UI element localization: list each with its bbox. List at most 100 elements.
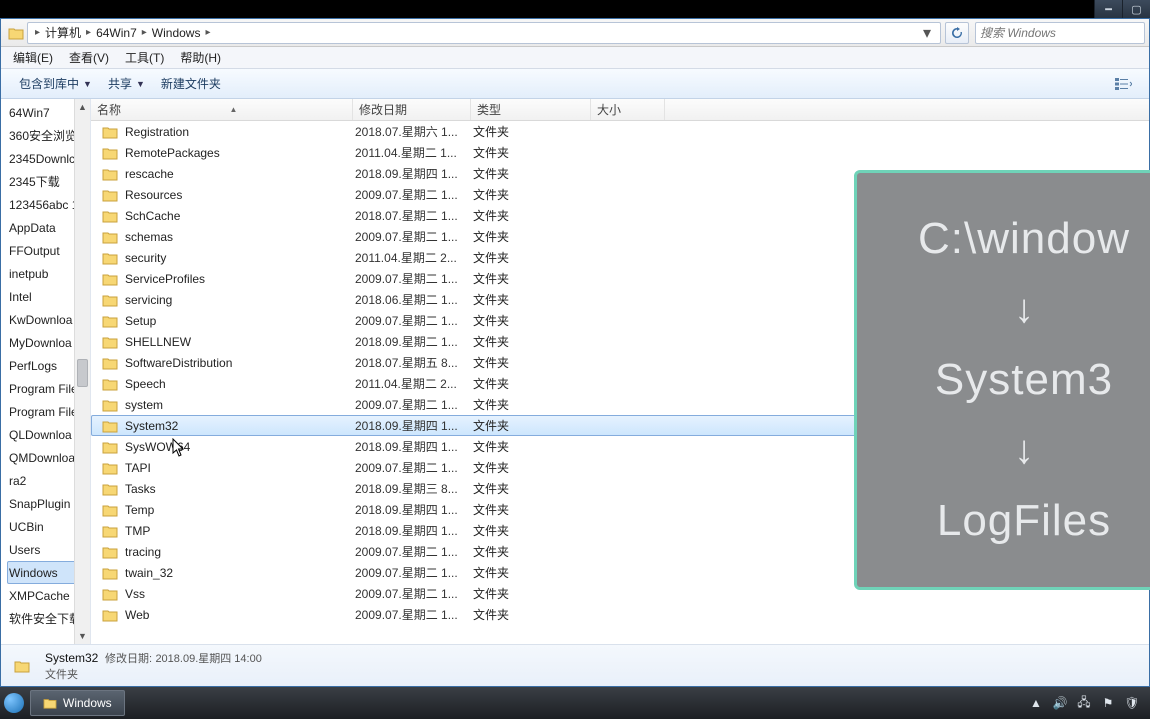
- volume-icon[interactable]: 🔊: [1052, 695, 1068, 711]
- file-type: 文件夹: [473, 480, 593, 497]
- view-mode-button[interactable]: [1107, 73, 1139, 95]
- minimize-button[interactable]: ━: [1094, 0, 1122, 18]
- folder-icon: [102, 335, 118, 349]
- file-name: Setup: [125, 314, 156, 328]
- file-name: TMP: [125, 524, 150, 538]
- file-name: rescache: [125, 167, 174, 181]
- share-button[interactable]: 共享▼: [100, 71, 153, 96]
- refresh-button[interactable]: [945, 22, 969, 44]
- file-name: Registration: [125, 125, 189, 139]
- file-name: RemotePackages: [125, 146, 220, 160]
- file-type: 文件夹: [473, 144, 593, 161]
- file-type: 文件夹: [473, 165, 593, 182]
- file-date: 2009.07.星期二 1...: [355, 459, 473, 476]
- col-date-header[interactable]: 修改日期: [353, 99, 471, 120]
- scroll-down-icon[interactable]: ▼: [75, 628, 90, 644]
- chevron-right-icon[interactable]: ▸: [83, 27, 94, 38]
- folder-icon: [102, 566, 118, 580]
- file-date: 2011.04.星期二 1...: [355, 144, 473, 161]
- file-name: Speech: [125, 377, 166, 391]
- chevron-right-icon[interactable]: ▸: [32, 27, 43, 38]
- include-in-library-button[interactable]: 包含到库中▼: [11, 71, 100, 96]
- address-dropdown[interactable]: ▾: [918, 23, 936, 43]
- file-type: 文件夹: [473, 186, 593, 203]
- col-size-header[interactable]: 大小: [591, 99, 665, 120]
- details-pane: System32 修改日期: 2018.09.星期四 14:00 文件夹: [1, 644, 1149, 686]
- folder-icon: [102, 251, 118, 265]
- folder-icon: [102, 440, 118, 454]
- arrow-down-icon: ↓: [1014, 428, 1034, 473]
- file-name: SHELLNEW: [125, 335, 191, 349]
- col-name-header[interactable]: 名称▲: [91, 99, 353, 120]
- file-type: 文件夹: [473, 333, 593, 350]
- file-type: 文件夹: [473, 291, 593, 308]
- breadcrumb-computer[interactable]: 计算机: [43, 24, 83, 41]
- taskbar-app-windows[interactable]: Windows: [30, 690, 125, 716]
- arrow-down-icon: ↓: [1014, 287, 1034, 332]
- new-folder-button[interactable]: 新建文件夹: [153, 71, 229, 96]
- address-bar: ▸ 计算机 ▸ 64Win7 ▸ Windows ▸ ▾: [1, 19, 1149, 47]
- file-date: 2018.09.星期四 1...: [355, 438, 473, 455]
- file-name: SchCache: [125, 209, 180, 223]
- folder-icon: [43, 697, 57, 709]
- maximize-button[interactable]: ▢: [1122, 0, 1150, 18]
- folder-icon: [102, 377, 118, 391]
- file-type: 文件夹: [473, 438, 593, 455]
- chevron-right-icon[interactable]: ▸: [139, 27, 150, 38]
- overlay-line1: C:\window: [918, 214, 1130, 264]
- breadcrumb-drive[interactable]: 64Win7: [94, 26, 139, 40]
- file-name: Tasks: [125, 482, 156, 496]
- tray-up-icon[interactable]: ▲: [1028, 695, 1044, 711]
- file-name: Web: [125, 608, 149, 622]
- col-type-header[interactable]: 类型: [471, 99, 591, 120]
- scrollbar-thumb[interactable]: [77, 359, 88, 387]
- file-name: twain_32: [125, 566, 173, 580]
- file-name: Temp: [125, 503, 154, 517]
- search-box[interactable]: [975, 22, 1145, 44]
- shield-icon[interactable]: 🛡: [1124, 695, 1140, 711]
- folder-icon: [102, 482, 118, 496]
- file-date: 2009.07.星期二 1...: [355, 606, 473, 623]
- folder-icon: [102, 230, 118, 244]
- folder-icon: [102, 188, 118, 202]
- file-type: 文件夹: [473, 606, 593, 623]
- file-type: 文件夹: [473, 396, 593, 413]
- menu-help[interactable]: 帮助(H): [172, 47, 229, 68]
- file-row[interactable]: Registration2018.07.星期六 1...文件夹: [91, 121, 1149, 142]
- file-type: 文件夹: [473, 228, 593, 245]
- file-date: 2018.09.星期四 1...: [355, 522, 473, 539]
- scroll-up-icon[interactable]: ▲: [75, 99, 90, 115]
- file-type: 文件夹: [473, 543, 593, 560]
- menu-view[interactable]: 查看(V): [61, 47, 117, 68]
- file-row[interactable]: RemotePackages 2011.04.星期二 1...文件夹: [91, 142, 1149, 163]
- file-name: System32: [125, 419, 178, 433]
- folder-icon: [102, 398, 118, 412]
- breadcrumb[interactable]: ▸ 计算机 ▸ 64Win7 ▸ Windows ▸ ▾: [27, 22, 941, 44]
- chevron-right-icon[interactable]: ▸: [202, 27, 213, 38]
- menu-edit[interactable]: 编辑(E): [5, 47, 61, 68]
- menu-tools[interactable]: 工具(T): [117, 47, 172, 68]
- file-type: 文件夹: [473, 123, 593, 140]
- folder-icon: [102, 545, 118, 559]
- file-date: 2009.07.星期二 1...: [355, 564, 473, 581]
- file-date: 2011.04.星期二 2...: [355, 375, 473, 392]
- file-date: 2011.04.星期二 2...: [355, 249, 473, 266]
- start-button[interactable]: [4, 693, 24, 713]
- search-input[interactable]: [980, 26, 1140, 40]
- nav-scrollbar[interactable]: ▲ ▼: [74, 99, 90, 644]
- flag-icon[interactable]: ⚑: [1100, 695, 1116, 711]
- folder-icon: [102, 314, 118, 328]
- breadcrumb-folder[interactable]: Windows: [150, 26, 203, 40]
- folder-icon: [102, 608, 118, 622]
- file-date: 2018.09.星期三 8...: [355, 480, 473, 497]
- file-date: 2009.07.星期二 1...: [355, 228, 473, 245]
- sort-asc-icon: ▲: [230, 105, 238, 114]
- folder-icon: [102, 146, 118, 160]
- details-item-name: System32: [45, 651, 98, 665]
- file-row[interactable]: Web 2009.07.星期二 1...文件夹: [91, 604, 1149, 625]
- folder-icon: [102, 356, 118, 370]
- file-date: 2009.07.星期二 1...: [355, 312, 473, 329]
- network-icon[interactable]: 🖧: [1076, 695, 1092, 711]
- file-date: 2009.07.星期二 1...: [355, 396, 473, 413]
- file-type: 文件夹: [473, 585, 593, 602]
